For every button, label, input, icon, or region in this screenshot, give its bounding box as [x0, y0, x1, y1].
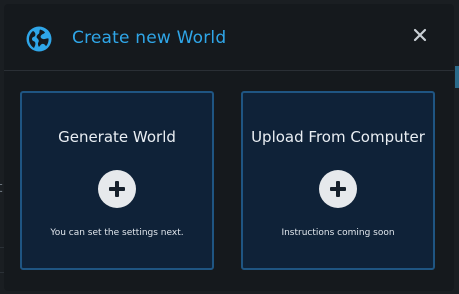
background-tab-edge [455, 66, 459, 88]
option-subtitle: Instructions coming soon [281, 228, 395, 238]
upload-from-computer-option[interactable]: Upload From Computer Instructions coming… [241, 91, 435, 270]
close-icon[interactable] [410, 25, 430, 45]
option-subtitle: You can set the settings next. [50, 228, 184, 238]
modal-title: Create new World [72, 28, 227, 48]
globe-icon [26, 26, 52, 52]
background-text-fragment: t [0, 180, 3, 196]
generate-world-option[interactable]: Generate World You can set the settings … [20, 91, 214, 270]
modal-header: Create new World [4, 4, 454, 71]
plus-icon[interactable] [319, 170, 357, 208]
create-world-modal: Create new World Generate World You can … [4, 4, 454, 291]
option-title: Upload From Computer [251, 128, 425, 146]
option-title: Generate World [58, 128, 176, 146]
plus-icon[interactable] [98, 170, 136, 208]
